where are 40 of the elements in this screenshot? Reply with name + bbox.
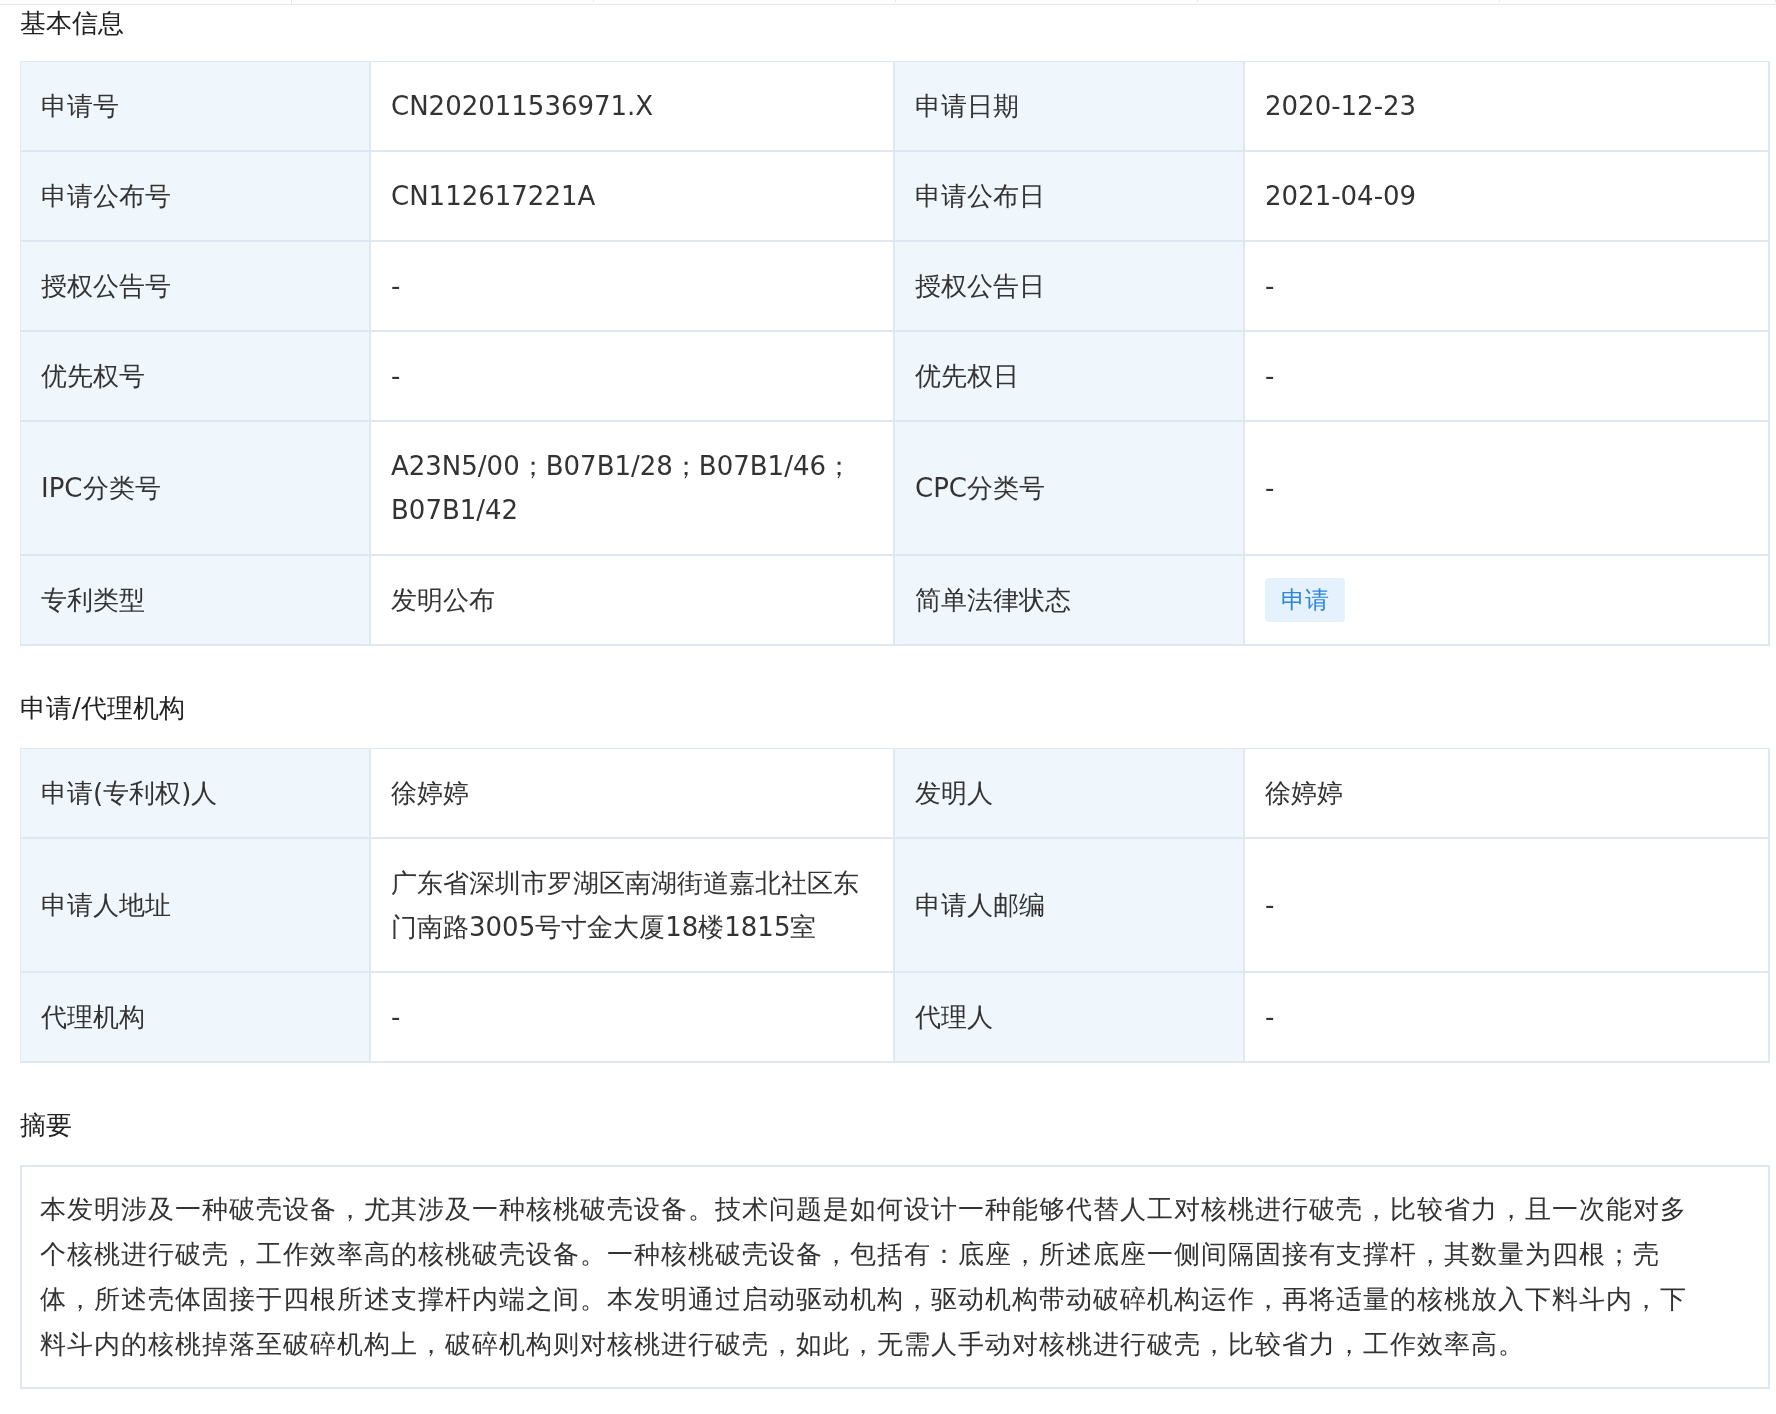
field-value: - <box>371 973 895 1063</box>
field-label: 申请号 <box>21 62 371 152</box>
field-value: 徐婷婷 <box>1245 749 1770 839</box>
field-value: 2021-04-09 <box>1245 152 1770 242</box>
field-label: IPC分类号 <box>21 422 371 556</box>
field-label: 申请人邮编 <box>895 839 1245 973</box>
field-value: 广东省深圳市罗湖区南湖街道嘉北社区东门南路3005号寸金大厦18楼1815室 <box>371 839 895 973</box>
field-label: 申请日期 <box>895 62 1245 152</box>
field-value: 2020-12-23 <box>1245 62 1770 152</box>
status-badge: 申请 <box>1265 578 1345 622</box>
field-label: 发明人 <box>895 749 1245 839</box>
field-label: 申请公布号 <box>21 152 371 242</box>
field-label: 优先权号 <box>21 332 371 422</box>
field-value: - <box>1245 242 1770 332</box>
section-title: 摘要 <box>20 1109 73 1142</box>
field-label: 专利类型 <box>21 556 371 646</box>
field-value: - <box>1245 973 1770 1063</box>
field-value: - <box>371 242 895 332</box>
field-label: 授权公告号 <box>21 242 371 332</box>
field-label: 代理机构 <box>21 973 371 1063</box>
field-value: CN112617221A <box>371 152 895 242</box>
section-title: 基本信息 <box>20 7 125 40</box>
field-value: 徐婷婷 <box>371 749 895 839</box>
field-value: A23N5/00；B07B1/28；B07B1/46；B07B1/42 <box>371 422 895 556</box>
abstract-text: 本发明涉及一种破壳设备，尤其涉及一种核桃破壳设备。技术问题是如何设计一种能够代替人工对核桃进行破壳，比较省力，且一次能对多个核桃进行破壳，工作效率高的核桃破壳设备。一种核桃破壳设备，包括有：底座，所述底座一侧间隔固接有支撑杆，其数量为四根；壳体，所述壳体固接于四根所述支撑杆内端之间。本发明通过启动驱动机构，驱动机构带动破碎机构运作，再将适量的核桃放入下料斗内，下料斗内的核桃掉落至破碎机构上，破碎机构则对核桃进行破壳，如此，无需人手动对核桃进行破壳，比较省力，工作效率高。 <box>20 1165 1770 1389</box>
field-value: - <box>371 332 895 422</box>
field-value: - <box>1245 422 1770 556</box>
field-value: - <box>1245 839 1770 973</box>
field-label: 申请公布日 <box>895 152 1245 242</box>
field-label: 申请人地址 <box>21 839 371 973</box>
field-label: 简单法律状态 <box>895 556 1245 646</box>
field-label: 优先权日 <box>895 332 1245 422</box>
field-label: 代理人 <box>895 973 1245 1063</box>
field-value: 发明公布 <box>371 556 895 646</box>
field-value: - <box>1245 332 1770 422</box>
field-label: CPC分类号 <box>895 422 1245 556</box>
field-label: 授权公告日 <box>895 242 1245 332</box>
field-value: CN202011536971.X <box>371 62 895 152</box>
field-label: 申请(专利权)人 <box>21 749 371 839</box>
section-title: 申请/代理机构 <box>20 692 186 725</box>
